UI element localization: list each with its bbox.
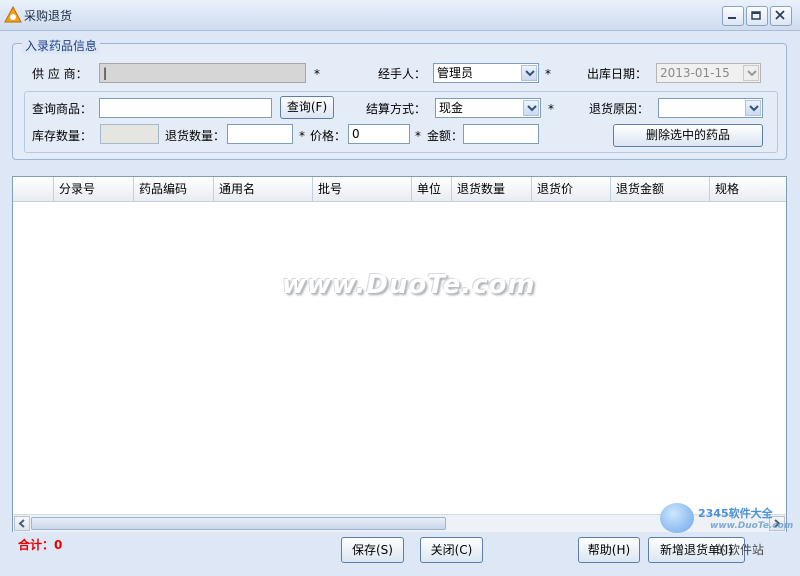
date-value: 2013-01-15 [660, 66, 730, 80]
handler-required-mark: * [545, 67, 551, 81]
scroll-thumb[interactable] [31, 517, 446, 530]
stock-field [100, 124, 159, 144]
app-logo-icon [4, 6, 22, 23]
chevron-down-icon [747, 70, 757, 77]
settle-dropdown-button[interactable] [523, 100, 539, 116]
handler-value: 管理员 [437, 66, 474, 80]
column-header-indicator[interactable] [13, 177, 54, 201]
site-logo-watermark: 2345软件大全 www.DuoTe.com [658, 499, 798, 539]
return-qty-input[interactable] [227, 124, 293, 144]
return-qty-label: 退货数量： [165, 129, 226, 143]
price-input[interactable]: 0 [348, 124, 410, 144]
column-header-return-price[interactable]: 退货价 [532, 177, 611, 201]
settle-label: 结算方式： [366, 102, 427, 116]
returns-table[interactable]: 分录号 药品编码 通用名 批号 单位 退货数量 退货价 退货金额 规格 [12, 176, 787, 532]
column-header-entry-no[interactable]: 分录号 [54, 177, 134, 201]
settle-select[interactable]: 现金 [435, 98, 541, 118]
chevron-left-icon [18, 519, 25, 528]
column-header-drug-code[interactable]: 药品编码 [134, 177, 214, 201]
query-input[interactable] [99, 98, 272, 118]
table-header: 分录号 药品编码 通用名 批号 单位 退货数量 退货价 退货金额 规格 [13, 177, 786, 202]
mascot-icon [660, 503, 694, 533]
query-label: 查询商品： [32, 102, 93, 116]
logo-text: 2345软件大全 [698, 507, 773, 520]
column-header-spec[interactable]: 规格 [710, 177, 786, 201]
close-icon [775, 10, 785, 20]
date-picker[interactable]: 2013-01-15 [656, 63, 761, 83]
reason-label: 退货原因： [589, 102, 650, 116]
reason-select[interactable] [658, 98, 763, 118]
watermark-text: www.DuoTe.com [282, 270, 536, 300]
maximize-button[interactable] [746, 6, 768, 26]
column-header-generic-name[interactable]: 通用名 [214, 177, 313, 201]
column-header-return-qty[interactable]: 退货数量 [452, 177, 532, 201]
maximize-icon [751, 11, 761, 20]
help-button[interactable]: 帮助(H) [578, 537, 640, 563]
column-header-batch-no[interactable]: 批号 [313, 177, 412, 201]
handler-label: 经手人： [378, 67, 427, 81]
handler-select[interactable]: 管理员 [433, 63, 539, 83]
overlay-watermark-text: 的软件站 [716, 543, 765, 557]
title-bar: 采购退货 [0, 0, 800, 31]
close-window-button[interactable] [770, 6, 792, 26]
price-label: 价格： [310, 129, 347, 143]
supplier-label: 供 应 商： [32, 67, 88, 81]
scroll-left-button[interactable] [14, 516, 30, 531]
total-label: 合计：0 [18, 538, 63, 552]
amount-input[interactable] [463, 124, 539, 144]
delete-selected-button[interactable]: 删除选中的药品 [613, 124, 763, 147]
settle-value: 现金 [439, 101, 464, 115]
stock-label: 库存数量： [32, 129, 93, 143]
price-required-mark: * [299, 129, 305, 143]
chevron-down-icon [527, 105, 537, 112]
minimize-button[interactable] [722, 6, 744, 26]
amount-required-mark: * [415, 129, 421, 143]
reason-dropdown-button[interactable] [745, 100, 761, 116]
purchase-return-window: 采购退货 入录药品信息 供 应 商： | * 经手人： 管理员 * 出库日期： … [0, 0, 800, 576]
group-title: 入录药品信息 [22, 37, 101, 54]
logo-subtext: www.DuoTe.com [710, 521, 794, 531]
date-label: 出库日期： [587, 67, 648, 81]
minimize-icon [728, 17, 736, 19]
window-title: 采购退货 [24, 9, 73, 23]
handler-dropdown-button[interactable] [521, 65, 537, 81]
supplier-required-mark: * [314, 67, 320, 81]
close-button[interactable]: 关闭(C) [420, 537, 483, 563]
chevron-down-icon [749, 105, 759, 112]
column-header-unit[interactable]: 单位 [412, 177, 452, 201]
amount-label: 金额： [427, 129, 464, 143]
date-dropdown-button[interactable] [743, 65, 759, 81]
save-button[interactable]: 保存(S) [341, 537, 404, 563]
chevron-down-icon [525, 70, 535, 77]
supplier-field[interactable]: | [99, 63, 306, 83]
query-button[interactable]: 查询(F) [280, 96, 334, 119]
settle-required-mark: * [548, 102, 554, 116]
column-header-return-amount[interactable]: 退货金额 [611, 177, 710, 201]
